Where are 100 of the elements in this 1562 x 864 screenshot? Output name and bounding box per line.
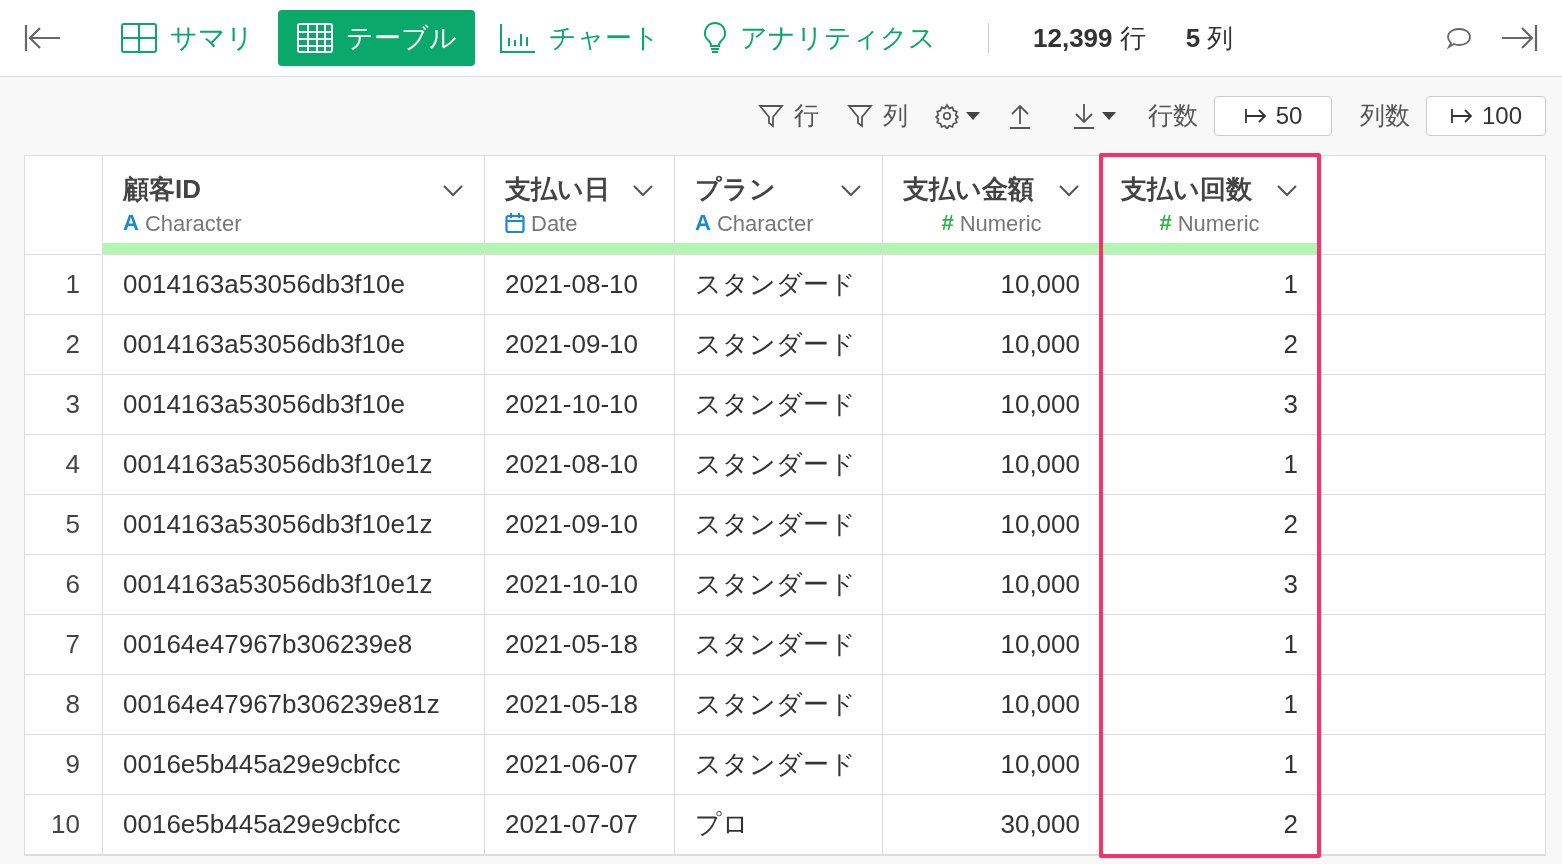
table-cell: スタンダード [675, 675, 883, 734]
table-cell: 0014163a53056db3f10e [103, 255, 485, 314]
column-type: Numeric [959, 209, 1042, 238]
row-count: 12,399 行 [1033, 21, 1146, 55]
table-cell: 0014163a53056db3f10e1z [103, 555, 485, 614]
table-cell: 0014163a53056db3f10e [103, 375, 485, 434]
character-type-icon: A [123, 212, 139, 234]
column-title: 支払い日 [505, 173, 610, 206]
table-cell: 2021-05-18 [485, 615, 675, 674]
table-cell: スタンダード [675, 615, 883, 674]
table-cell: 0014163a53056db3f10e1z [103, 435, 485, 494]
columns-limit-button[interactable]: 100 [1426, 96, 1546, 136]
table-cell: 0014163a53056db3f10e [103, 315, 485, 374]
row-number: 2 [25, 315, 103, 374]
table-cell: 2021-08-10 [485, 255, 675, 314]
table-cell: 10,000 [883, 255, 1101, 314]
chevron-down-icon[interactable] [840, 182, 862, 197]
numeric-type-icon: # [1159, 212, 1172, 234]
jump-arrow-icon [1243, 107, 1268, 125]
row-filter-button[interactable]: 行 [758, 97, 819, 135]
column-header[interactable]: プラン A Character [675, 156, 883, 254]
download-button[interactable] [1072, 102, 1116, 130]
column-type: Numeric [1177, 209, 1260, 238]
column-title: 支払い金額 [903, 173, 1034, 206]
column-title: 顧客ID [123, 173, 201, 206]
rows-limit-button[interactable]: 50 [1214, 96, 1332, 136]
table-cell: 2021-10-10 [485, 555, 675, 614]
lightbulb-icon [702, 21, 728, 55]
row-number: 10 [25, 795, 103, 854]
chevron-down-icon[interactable] [1058, 182, 1080, 197]
filter-icon [847, 103, 873, 129]
filter-icon [758, 103, 784, 129]
table-cell: 3 [1101, 555, 1319, 614]
collapse-left-button[interactable] [24, 23, 62, 53]
table-cell: スタンダード [675, 315, 883, 374]
column-type: Character [716, 209, 814, 238]
column-header[interactable]: 顧客ID A Character [103, 156, 485, 254]
settings-icon [934, 103, 960, 129]
row-number: 3 [25, 375, 103, 434]
table-cell: 00164e47967b306239e81z [103, 675, 485, 734]
row-number: 1 [25, 255, 103, 314]
chevron-down-icon[interactable] [1276, 182, 1298, 197]
download-icon [1072, 102, 1096, 130]
arrow-right-bar-icon[interactable] [1500, 23, 1538, 53]
table-cell: スタンダード [675, 375, 883, 434]
settings-button[interactable] [934, 103, 980, 129]
column-header[interactable]: 支払い回数 # Numeric [1101, 156, 1319, 254]
calendar-icon [505, 212, 525, 234]
table-cell: 2 [1101, 315, 1319, 374]
row-number: 7 [25, 615, 103, 674]
table-cell: スタンダード [675, 255, 883, 314]
table-cell: 1 [1101, 615, 1319, 674]
table-cell: 0016e5b445a29e9cbfcc [103, 735, 485, 794]
numeric-type-icon: # [941, 212, 954, 234]
table-cell: 10,000 [883, 615, 1101, 674]
chevron-down-icon[interactable] [632, 182, 654, 197]
table-cell: 2021-10-10 [485, 375, 675, 434]
table-cell: 2 [1101, 495, 1319, 554]
table-cell: 2021-05-18 [485, 675, 675, 734]
table-cell: 3 [1101, 375, 1319, 434]
table-cell: 10,000 [883, 495, 1101, 554]
caret-icon [1102, 111, 1116, 121]
column-header[interactable]: 支払い金額 # Numeric [883, 156, 1101, 254]
upload-icon[interactable] [1008, 102, 1032, 130]
table-cell: 10,000 [883, 375, 1101, 434]
table-cell: 10,000 [883, 675, 1101, 734]
table-cell: 2021-09-10 [485, 495, 675, 554]
table-cell: 2 [1101, 795, 1319, 854]
caret-icon [966, 111, 980, 121]
comment-icon[interactable] [1446, 26, 1472, 50]
table-cell: 10,000 [883, 735, 1101, 794]
row-number: 8 [25, 675, 103, 734]
chevron-down-icon[interactable] [442, 182, 464, 197]
column-filter-button[interactable]: 列 [847, 97, 908, 135]
row-number: 6 [25, 555, 103, 614]
column-count: 5 列 [1185, 21, 1234, 55]
table-cell: 2021-06-07 [485, 735, 675, 794]
columns-label: 列数 [1360, 100, 1410, 132]
table-cell: 1 [1101, 435, 1319, 494]
grid-icon [120, 22, 158, 54]
row-number: 5 [25, 495, 103, 554]
column-type: Date [531, 209, 578, 238]
table-cell: 10,000 [883, 555, 1101, 614]
rows-label: 行数 [1148, 100, 1198, 132]
column-header[interactable]: 支払い日 Date [485, 156, 675, 254]
table-cell: 2021-07-07 [485, 795, 675, 854]
table-cell: プロ [675, 795, 883, 854]
column-title: 支払い回数 [1121, 173, 1252, 206]
table-cell: 1 [1101, 735, 1319, 794]
table-icon [296, 22, 334, 54]
table-cell: 2021-09-10 [485, 315, 675, 374]
table-cell: スタンダード [675, 735, 883, 794]
table-cell: 30,000 [883, 795, 1101, 854]
row-number: 9 [25, 735, 103, 794]
table-cell: 2021-08-10 [485, 435, 675, 494]
table-cell: 10,000 [883, 435, 1101, 494]
table-cell: 1 [1101, 675, 1319, 734]
jump-arrow-icon [1449, 107, 1474, 125]
table-cell: 10,000 [883, 315, 1101, 374]
table-cell: 0016e5b445a29e9cbfcc [103, 795, 485, 854]
